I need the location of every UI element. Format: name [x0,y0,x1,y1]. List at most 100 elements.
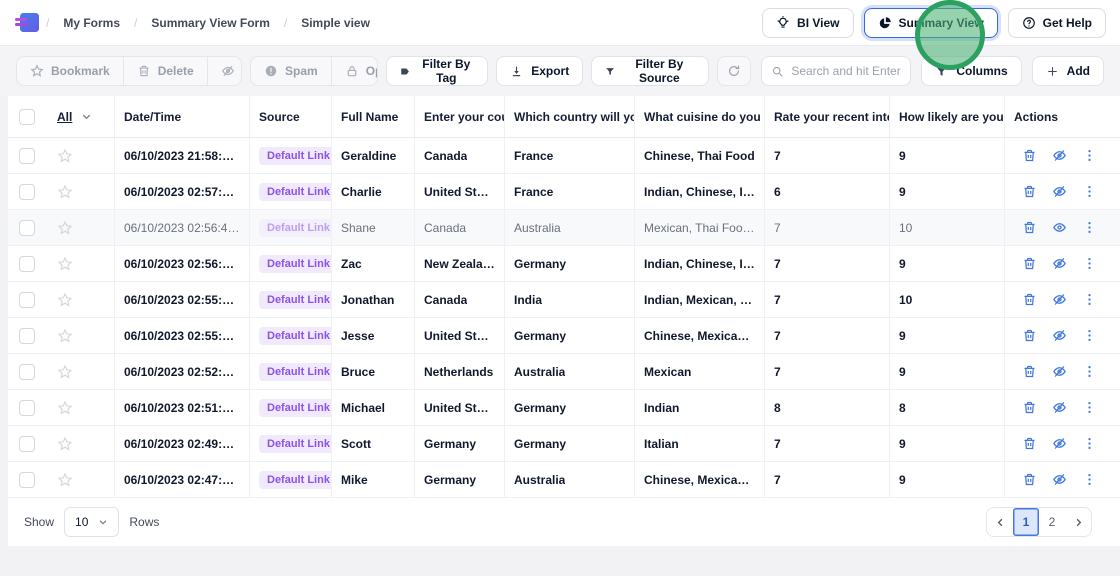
toggle-seen-button[interactable] [1052,220,1067,235]
row-checkbox[interactable] [19,436,35,452]
toggle-seen-button[interactable] [1052,436,1067,451]
delete-row-button[interactable] [1022,436,1037,451]
page-size-select[interactable]: 10 [64,507,119,537]
delete-row-button[interactable] [1022,220,1037,235]
star-icon[interactable] [57,400,73,416]
row-checkbox[interactable] [19,256,35,272]
get-help-button[interactable]: Get Help [1008,8,1106,38]
prev-page-button[interactable] [987,508,1013,536]
row-checkbox[interactable] [19,220,35,236]
delete-row-button[interactable] [1022,148,1037,163]
row-menu-button[interactable] [1082,220,1097,235]
table-row[interactable]: 06/10/2023 02:55:41 AM Default Link Jona… [8,282,1120,318]
row-checkbox[interactable] [19,184,35,200]
next-page-button[interactable] [1065,508,1091,536]
delete-button[interactable]: Delete [123,57,207,85]
delete-row-button[interactable] [1022,472,1037,487]
spam-button[interactable]: Spam [251,57,331,85]
toggle-seen-button[interactable] [1052,184,1067,199]
datetime-value: 06/10/2023 02:52:02 AM [124,365,240,379]
table-row[interactable]: 06/10/2023 02:47:51 AM Default Link Mike… [8,462,1120,498]
refresh-button[interactable] [717,56,751,86]
delete-row-button[interactable] [1022,400,1037,415]
breadcrumb-my-forms[interactable]: My Forms [63,16,120,30]
row-menu-button[interactable] [1082,400,1097,415]
star-icon[interactable] [57,436,73,452]
search-input[interactable] [791,64,901,78]
toggle-seen-button[interactable] [1052,148,1067,163]
toggle-seen-button[interactable] [1052,364,1067,379]
delete-row-button[interactable] [1022,256,1037,271]
summary-view-button[interactable]: Summary View [864,8,998,38]
row-destination-cell: France [505,138,635,173]
table-row[interactable]: 06/10/2023 02:57:17 AM Default Link Char… [8,174,1120,210]
bookmark-button[interactable]: Bookmark [17,57,123,85]
row-checkbox[interactable] [19,400,35,416]
row-menu-button[interactable] [1082,148,1097,163]
breadcrumb-view-name[interactable]: Simple view [301,16,370,30]
delete-row-button[interactable] [1022,364,1037,379]
table-row[interactable]: 06/10/2023 02:55:20 AM Default Link Jess… [8,318,1120,354]
row-menu-button[interactable] [1082,472,1097,487]
star-icon[interactable] [57,472,73,488]
star-icon[interactable] [57,328,73,344]
eye-slash-icon [1052,292,1067,307]
unseen-button[interactable]: Unseen [207,57,242,85]
row-name-cell: Jonathan [332,282,415,317]
breadcrumb: / My Forms / Summary View Form / Simple … [46,16,370,30]
app-logo-icon[interactable] [14,12,40,34]
row-menu-button[interactable] [1082,328,1097,343]
row-menu-button[interactable] [1082,436,1097,451]
row-checkbox[interactable] [19,364,35,380]
row-menu-button[interactable] [1082,256,1097,271]
star-icon[interactable] [57,220,73,236]
datetime-value: 06/10/2023 02:55:20 AM [124,329,240,343]
delete-row-button[interactable] [1022,328,1037,343]
row-menu-button[interactable] [1082,184,1097,199]
delete-row-button[interactable] [1022,292,1037,307]
table-row[interactable]: 06/10/2023 21:58:34 PM Default Link Gera… [8,138,1120,174]
star-icon[interactable] [57,364,73,380]
page-button-2[interactable]: 2 [1039,508,1065,536]
table-row[interactable]: 06/10/2023 02:51:43 AM Default Link Mich… [8,390,1120,426]
toggle-seen-button[interactable] [1052,400,1067,415]
table-row[interactable]: 06/10/2023 02:49:01 AM Default Link Scot… [8,426,1120,462]
export-button[interactable]: Export [496,56,583,86]
toggle-seen-button[interactable] [1052,256,1067,271]
star-icon[interactable] [57,184,73,200]
star-icon[interactable] [57,148,73,164]
add-button[interactable]: Add [1032,56,1104,86]
filter-by-tag-button[interactable]: Filter By Tag [386,56,488,86]
star-icon[interactable] [57,292,73,308]
row-actions-cell [1005,138,1120,173]
row-checkbox[interactable] [19,292,35,308]
toggle-seen-button[interactable] [1052,292,1067,307]
page-button-1[interactable]: 1 [1013,508,1039,536]
toggle-seen-button[interactable] [1052,328,1067,343]
delete-row-button[interactable] [1022,184,1037,199]
row-menu-button[interactable] [1082,292,1097,307]
row-source-cell: Default Link [250,174,332,209]
row-checkbox[interactable] [19,148,35,164]
destination-value: Germany [514,401,566,415]
row-menu-button[interactable] [1082,364,1097,379]
toggle-seen-button[interactable] [1052,472,1067,487]
table-row[interactable]: 06/10/2023 02:56:09 AM Default Link Zac … [8,246,1120,282]
star-icon[interactable] [57,256,73,272]
filter-by-source-button[interactable]: Filter By Source [591,56,709,86]
row-checkbox-cell [8,282,45,317]
select-all-dropdown[interactable]: All [54,110,92,124]
breadcrumb-form-name[interactable]: Summary View Form [151,16,270,30]
table-row[interactable]: 06/10/2023 02:56:49 AM Default Link Shan… [8,210,1120,246]
columns-button[interactable]: Columns [921,56,1021,86]
cuisine-value: Indian, Chinese, Italian [644,257,755,271]
select-all-checkbox[interactable] [19,109,35,125]
breadcrumb-separator: / [134,16,137,30]
row-checkbox[interactable] [19,472,35,488]
bi-view-button[interactable]: BI View [762,8,853,38]
table-row[interactable]: 06/10/2023 02:52:02 AM Default Link Bruc… [8,354,1120,390]
funnel-icon [935,65,948,78]
trash-icon [1022,328,1037,343]
open-button[interactable]: Open [331,57,379,85]
row-checkbox[interactable] [19,328,35,344]
